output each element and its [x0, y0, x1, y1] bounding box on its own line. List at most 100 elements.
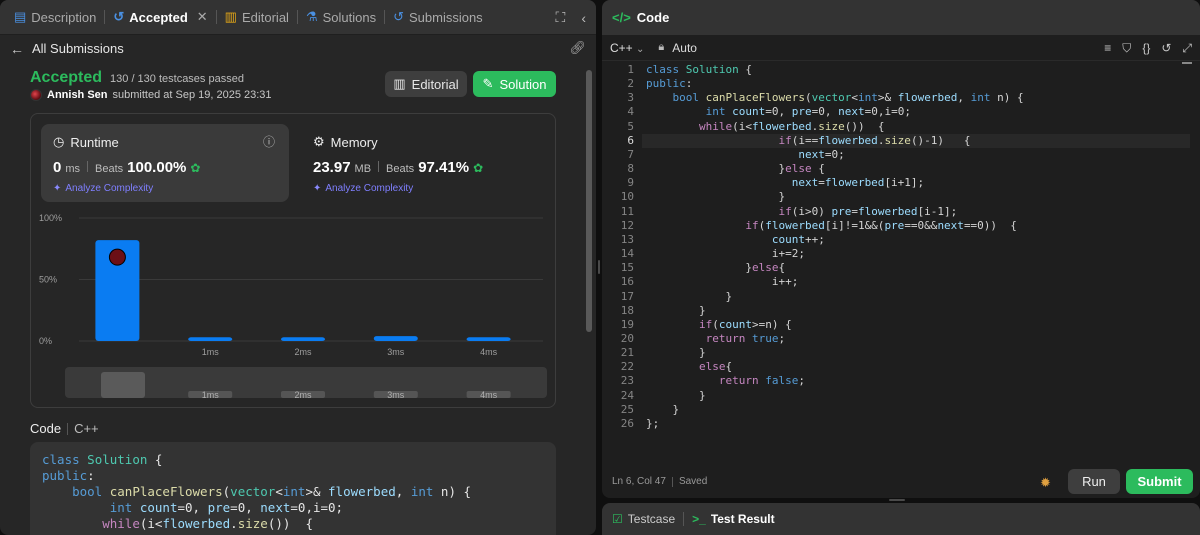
line-number: 15	[620, 261, 634, 275]
tab-solutions[interactable]: ⚗ Solutions	[300, 0, 382, 35]
code-line[interactable]: }else {	[646, 162, 1024, 176]
editorial-button[interactable]: ▥ Editorial	[385, 71, 467, 97]
code-line[interactable]: public:	[646, 77, 1024, 91]
bookmark-icon[interactable]: ⛉	[1122, 41, 1131, 56]
code-line[interactable]: if(count>=n) {	[646, 318, 1024, 332]
code-section-label: Code C++	[30, 421, 99, 436]
code-lines[interactable]: class Solution {public: bool canPlaceFlo…	[646, 63, 1024, 431]
code-icon: </>	[612, 10, 631, 25]
code-line[interactable]: int count=0, pre=0, next=0,i=0;	[646, 105, 1024, 119]
code-line[interactable]: }	[646, 190, 1024, 204]
code-line[interactable]: count++;	[646, 233, 1024, 247]
code-line[interactable]: if(i>0) pre=flowerbed[i-1];	[646, 205, 1024, 219]
run-button[interactable]: Run	[1068, 469, 1120, 494]
runtime-card[interactable]: ◷ Runtime ⓘ 0 ms Beats 100.00% ✿ ✦ Analy…	[41, 124, 289, 202]
clap-icon: ✿	[190, 161, 201, 175]
code-editor[interactable]: 1 2 3 4 5 6 7 8 9 10 11 12 13 14 15 16 17 18 19 20 21 22 23 24 2…	[602, 63, 1200, 463]
maximize-icon[interactable]: ⛶	[556, 9, 566, 26]
expand-icon[interactable]: ⤢	[1182, 41, 1192, 56]
runtime-unit: ms	[65, 163, 81, 175]
line-number: 17	[620, 289, 634, 303]
autocomplete-mode[interactable]: Auto	[672, 41, 697, 55]
collapse-icon[interactable]: ‹	[581, 10, 586, 26]
x-tick-label: 4ms	[480, 347, 498, 357]
back-arrow-icon[interactable]: ←	[10, 41, 24, 57]
code-line[interactable]: if(flowerbed[i]!=1&&(pre==0&&next==0)) {	[646, 219, 1024, 233]
line-number: 24	[620, 388, 634, 402]
reset-icon[interactable]: ↺	[1161, 41, 1171, 55]
code-line[interactable]: if(i==flowerbed.size()-1) {	[646, 134, 1024, 148]
solution-button[interactable]: ✎ Solution	[473, 71, 556, 97]
code-line[interactable]: next=flowerbed[i+1];	[646, 176, 1024, 190]
avatar	[108, 248, 126, 266]
clock-icon: ◷	[53, 134, 65, 149]
horizontal-resize-handle[interactable]	[889, 499, 905, 501]
line-number: 5	[627, 119, 634, 133]
tab-testcase[interactable]: ☑ Testcase	[612, 512, 675, 526]
memory-card[interactable]: ⚙ Memory 23.97 MB Beats 97.41% ✿ ✦ Analy…	[301, 124, 549, 202]
tab-submissions[interactable]: ↺ Submissions	[387, 0, 489, 35]
memory-beats: 97.41%	[418, 159, 470, 176]
line-number: 9	[627, 176, 634, 190]
navigator-tick-label: 2ms	[294, 390, 312, 400]
code-line[interactable]: else{	[646, 360, 1024, 374]
link-icon[interactable]: 🔗︎	[569, 40, 586, 56]
analyze-complexity-link[interactable]: ✦ Analyze Complexity	[313, 183, 413, 194]
code-line[interactable]: i+=2;	[646, 247, 1024, 261]
submit-button[interactable]: Submit	[1126, 469, 1193, 494]
code-line[interactable]: };	[646, 417, 1024, 431]
code-line[interactable]: }	[646, 389, 1024, 403]
x-tick-label: 3ms	[387, 347, 405, 357]
cursor-position: Ln 6, Col 47	[612, 476, 666, 487]
code-line[interactable]: }	[646, 346, 1024, 360]
chart-bar	[188, 337, 233, 341]
line-number: 8	[627, 162, 634, 176]
code-line[interactable]: return true;	[646, 332, 1024, 346]
line-number: 11	[620, 204, 634, 218]
analyze-complexity-link[interactable]: ✦ Analyze Complexity	[53, 183, 153, 194]
braces-icon[interactable]: {}	[1142, 41, 1150, 55]
code-line[interactable]: }	[646, 290, 1024, 304]
chart-bar	[466, 337, 511, 341]
avatar[interactable]	[30, 89, 42, 101]
debug-icon[interactable]: ✹	[1040, 475, 1051, 491]
code-line[interactable]: return false;	[646, 374, 1024, 388]
code-line[interactable]: class Solution {	[646, 63, 1024, 77]
navigator-tick-label: 1ms	[202, 390, 220, 400]
line-number: 18	[620, 303, 634, 317]
tab-accepted[interactable]: ↺ Accepted ✕	[107, 0, 213, 35]
tab-editorial[interactable]: ▥ Editorial	[219, 0, 295, 35]
scrollbar-thumb[interactable]	[586, 70, 592, 332]
history-icon: ↺	[393, 9, 404, 24]
tab-divider	[104, 10, 106, 24]
tab-divider	[384, 10, 386, 24]
submitted-code-preview: class Solution {public: bool canPlaceFlo…	[30, 442, 556, 535]
tab-description[interactable]: ▤ Description	[8, 0, 102, 35]
language-select[interactable]: C++ ⌄	[610, 41, 644, 55]
x-tick-label: 1ms	[202, 347, 220, 357]
label-divider	[67, 422, 69, 435]
code-line[interactable]: while(i<flowerbed.size()) {	[646, 120, 1024, 134]
username[interactable]: Annish Sen	[47, 89, 108, 101]
code-line[interactable]: }	[646, 304, 1024, 318]
memory-value: 23.97	[313, 159, 351, 176]
code-line[interactable]: }	[646, 403, 1024, 417]
code-line[interactable]: bool canPlaceFlowers(vector<int>& flower…	[646, 91, 1024, 105]
line-number: 16	[620, 275, 634, 289]
close-icon[interactable]: ✕	[197, 9, 208, 25]
format-icon[interactable]: ≡	[1104, 41, 1111, 55]
line-number: 26	[620, 416, 634, 430]
status-line: Accepted 130 / 130 testcases passed	[30, 69, 244, 87]
line-number: 1	[627, 63, 634, 76]
line-number: 25	[620, 402, 634, 416]
line-number: 23	[620, 374, 634, 388]
all-submissions-link[interactable]: All Submissions	[32, 41, 124, 56]
tab-test-result[interactable]: >_ Test Result	[692, 512, 774, 526]
chart-bar	[281, 337, 325, 341]
description-icon: ▤	[14, 9, 27, 24]
code-line[interactable]: next=0;	[646, 148, 1024, 162]
code-line[interactable]: i++;	[646, 275, 1024, 289]
edit-icon: ✎	[482, 76, 494, 91]
info-icon[interactable]: ⓘ	[263, 133, 275, 150]
code-line[interactable]: }else{	[646, 261, 1024, 275]
